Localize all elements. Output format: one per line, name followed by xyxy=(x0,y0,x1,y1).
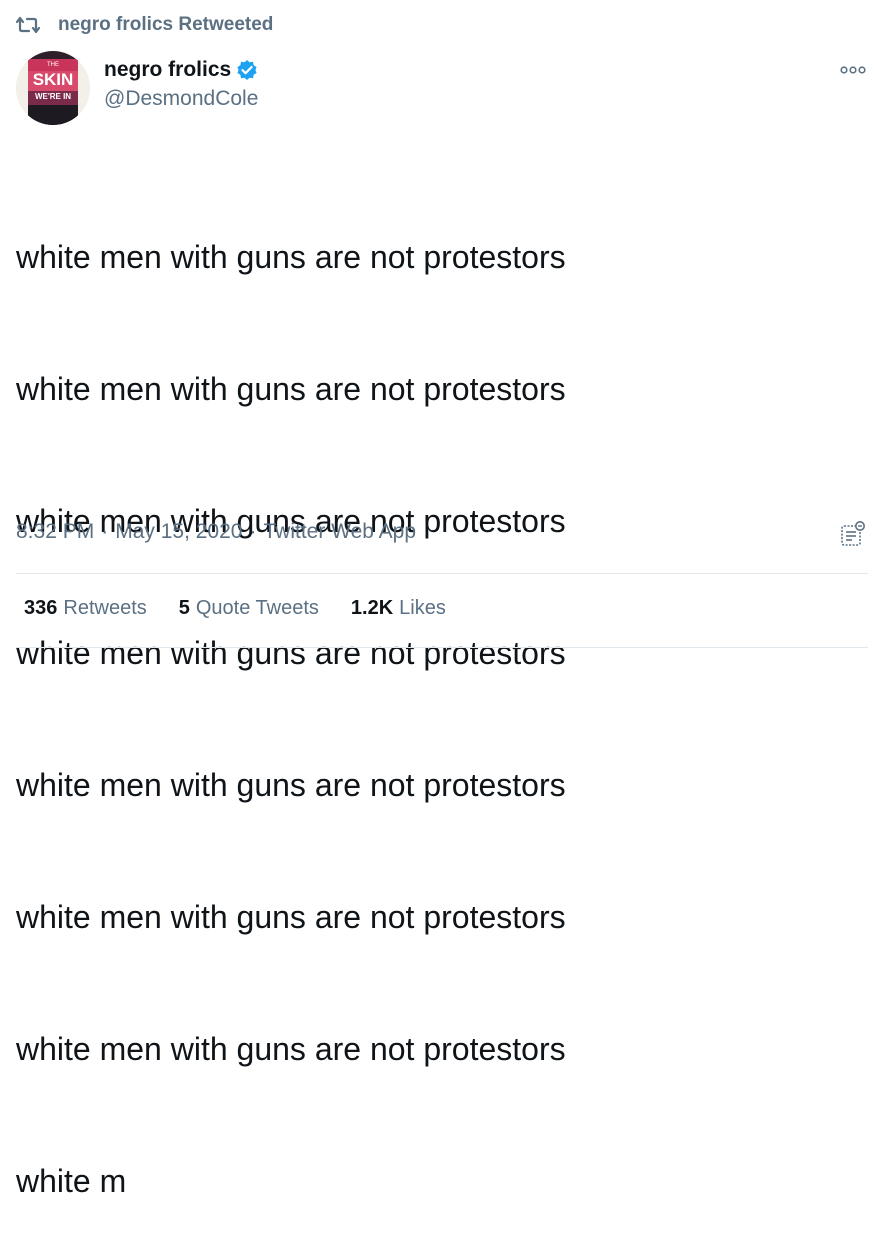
retweet-icon xyxy=(16,16,40,34)
quote-tweets-label: Quote Tweets xyxy=(195,597,319,619)
tweet-time[interactable]: 8:32 PM xyxy=(16,520,94,544)
tweet-text: white men with guns are not protestors w… xyxy=(16,147,856,1247)
avatar[interactable]: THE SKIN WE'RE IN xyxy=(16,51,90,125)
retweet-header: negro frolics Retweeted xyxy=(16,14,273,36)
quote-tweets-stat[interactable]: 5 Quote Tweets xyxy=(179,597,319,620)
tweet-line: white men with guns are not protestors xyxy=(16,767,566,803)
tweet-line: white men with guns are not protestors xyxy=(16,239,566,275)
tweet-line: white men with guns are not protestors xyxy=(16,1031,566,1067)
author-block: negro frolics @DesmondCole xyxy=(104,58,258,111)
retweets-stat[interactable]: 336 Retweets xyxy=(24,597,147,620)
likes-count: 1.2K xyxy=(350,597,394,619)
avatar-text-were-in: WE'RE IN xyxy=(35,92,71,101)
tweet-source[interactable]: Twitter Web App xyxy=(263,520,416,544)
tweet-line: white men with guns are not protestors xyxy=(16,371,566,407)
author-handle[interactable]: @DesmondCole xyxy=(104,87,258,111)
quote-tweets-count: 5 xyxy=(178,597,190,619)
verified-badge-icon xyxy=(237,60,257,80)
tweet-line: white men with guns are not protestors xyxy=(16,635,566,671)
avatar-text-skin: SKIN xyxy=(33,70,74,89)
retweets-label: Retweets xyxy=(63,597,147,619)
analytics-icon xyxy=(841,521,865,546)
tweet-line: white men with guns are not protestors xyxy=(16,899,566,935)
likes-label: Likes xyxy=(399,597,446,619)
tweet-stats: 336 Retweets 5 Quote Tweets 1.2K Likes xyxy=(24,597,478,620)
more-options-button[interactable] xyxy=(840,61,866,79)
author-name[interactable]: negro frolics xyxy=(104,58,231,82)
retweets-count: 336 xyxy=(24,597,58,619)
avatar-image: THE SKIN WE'RE IN xyxy=(16,51,90,125)
meta-separator: · xyxy=(249,520,257,543)
avatar-text-the: THE xyxy=(47,62,59,68)
tweet-meta: 8:32 PM · May 15, 2020 · Twitter Web App xyxy=(16,520,416,544)
tweet-analytics-button[interactable] xyxy=(840,520,866,548)
retweet-header-text[interactable]: negro frolics Retweeted xyxy=(58,14,273,36)
tweet-date[interactable]: May 15, 2020 xyxy=(115,520,242,544)
divider-bottom xyxy=(16,647,868,648)
more-options-icon xyxy=(840,66,866,74)
divider-top xyxy=(16,573,868,574)
tweet-line: white m xyxy=(16,1163,127,1199)
meta-separator: · xyxy=(101,520,109,543)
likes-stat[interactable]: 1.2K Likes xyxy=(351,597,446,620)
author-name-row: negro frolics xyxy=(104,58,258,82)
